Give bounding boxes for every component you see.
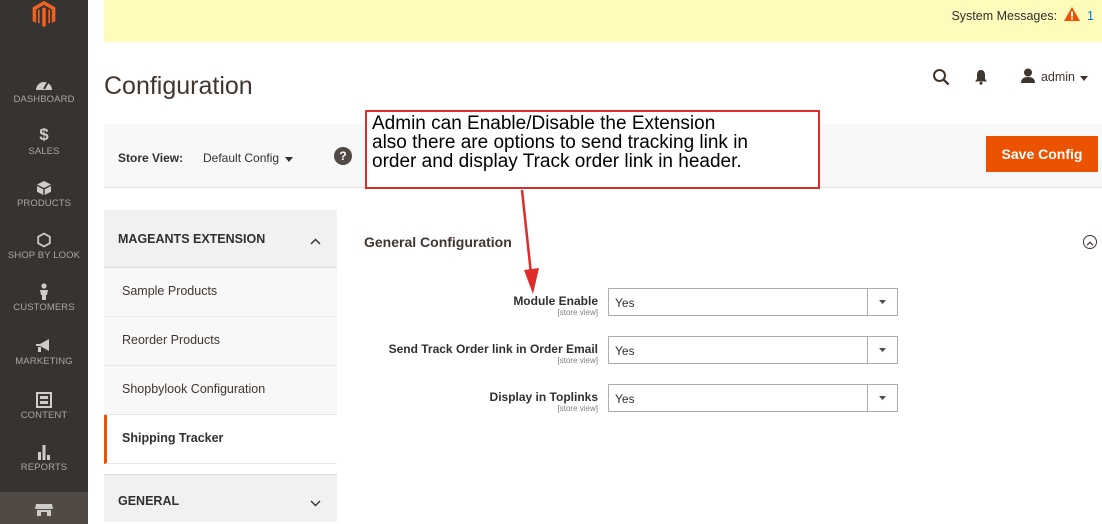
save-config-button[interactable]: Save Config — [986, 136, 1098, 172]
admin-sidebar: DASHBOARD $ SALES PRODUCTS SHOP BY LOOK … — [0, 0, 88, 524]
megaphone-icon — [0, 334, 88, 356]
nav-label: REPORTS — [20, 462, 68, 473]
store-view-switcher[interactable]: Default Config — [203, 151, 294, 165]
search-icon[interactable] — [932, 68, 950, 86]
layout-icon — [0, 388, 88, 410]
nav-dashboard[interactable]: DASHBOARD — [0, 72, 88, 124]
nav-shop-by-look[interactable]: SHOP BY LOOK — [0, 228, 88, 280]
nav-label: DASHBOARD — [13, 94, 75, 105]
config-tabs: MAGEANTS EXTENSION Sample Products Reord… — [104, 210, 337, 522]
select-value: Yes — [615, 296, 635, 310]
tab-shipping-tracker[interactable]: Shipping Tracker — [104, 415, 337, 464]
chevron-down-icon — [310, 494, 321, 512]
system-messages-count[interactable]: 1 — [1087, 9, 1094, 23]
magento-logo-icon — [32, 0, 56, 27]
tab-section-title: GENERAL — [118, 494, 180, 508]
admin-user-menu[interactable]: admin — [1020, 68, 1088, 86]
field-scope: [store view] — [557, 356, 598, 365]
field-label-text: Module Enable — [513, 294, 598, 308]
module-enable-select[interactable]: Yes — [608, 288, 898, 316]
nav-reports[interactable]: REPORTS — [0, 440, 88, 492]
field-label-text: Send Track Order link in Order Email — [388, 342, 598, 356]
caret-down-icon — [285, 151, 294, 165]
field-scope: [store view] — [557, 404, 598, 413]
field-scope: [store view] — [557, 308, 598, 317]
tab-section-mageants-extension[interactable]: MAGEANTS EXTENSION — [104, 210, 337, 268]
nav-customers[interactable]: CUSTOMERS — [0, 280, 88, 332]
caret-down-icon — [1080, 70, 1088, 84]
magento-logo[interactable] — [0, 0, 88, 58]
tab-label: Shipping Tracker — [122, 431, 224, 445]
nav-label: SALES — [28, 146, 60, 157]
nav-label: SHOP BY LOOK — [7, 250, 81, 261]
system-messages-bar: System Messages: 1 — [104, 0, 1102, 42]
field-display-in-toplinks: Display in Toplinks [store view] Yes — [364, 384, 904, 418]
tab-reorder-products[interactable]: Reorder Products — [104, 317, 337, 366]
annotation-callout: Admin can Enable/Disable the Extension a… — [365, 110, 820, 189]
admin-username: admin — [1040, 70, 1075, 84]
hexagon-icon — [0, 228, 88, 250]
page-title: Configuration — [104, 72, 253, 100]
nav-label: CUSTOMERS — [13, 302, 75, 313]
chevron-up-icon — [310, 232, 321, 250]
person-icon — [0, 280, 88, 302]
notifications-bell-icon[interactable] — [974, 69, 988, 85]
nav-products[interactable]: PRODUCTS — [0, 176, 88, 228]
annotation-line: order and display Track order link in he… — [372, 151, 742, 172]
nav-label: MARKETING — [15, 356, 73, 367]
system-messages-label: System Messages: — [951, 8, 1058, 23]
select-arrow-icon — [867, 337, 897, 363]
cube-icon — [0, 176, 88, 198]
help-icon[interactable]: ? — [334, 147, 352, 165]
store-icon — [0, 498, 88, 520]
field-label: Display in Toplinks [store view] — [490, 390, 598, 414]
tab-section-general[interactable]: GENERAL — [104, 474, 337, 522]
warning-icon — [1063, 6, 1081, 25]
tab-section-title: MAGEANTS EXTENSION — [118, 232, 266, 246]
header-actions: admin — [932, 68, 1088, 86]
section-collapse-toggle[interactable] — [1083, 235, 1097, 249]
field-label: Module Enable [store view] — [513, 294, 598, 318]
tab-shopbylook-configuration[interactable]: Shopbylook Configuration — [104, 366, 337, 415]
dollar-icon: $ — [39, 125, 49, 144]
nav-sales[interactable]: $ SALES — [0, 124, 88, 176]
tab-label: Reorder Products — [122, 333, 220, 347]
annotation-line: Admin can Enable/Disable the Extension — [372, 113, 716, 134]
field-label: Send Track Order link in Order Email [st… — [389, 342, 598, 366]
nav-label: PRODUCTS — [16, 198, 72, 209]
field-module-enable: Module Enable [store view] Yes — [364, 288, 904, 322]
nav-content[interactable]: CONTENT — [0, 388, 88, 440]
display-in-toplinks-select[interactable]: Yes — [608, 384, 898, 412]
tab-label: Sample Products — [122, 284, 218, 298]
store-view-label: Store View: — [118, 151, 184, 165]
user-icon — [1020, 68, 1036, 86]
field-send-track-order-link: Send Track Order link in Order Email [st… — [364, 336, 904, 370]
bar-chart-icon — [0, 440, 88, 462]
tab-sample-products[interactable]: Sample Products — [104, 268, 337, 317]
select-value: Yes — [615, 344, 635, 358]
select-arrow-icon — [867, 289, 897, 315]
nav-marketing[interactable]: MARKETING — [0, 334, 88, 386]
send-track-order-link-select[interactable]: Yes — [608, 336, 898, 364]
dashboard-icon — [0, 72, 88, 94]
annotation-line: also there are options to send tracking … — [372, 132, 748, 153]
select-arrow-icon — [867, 385, 897, 411]
field-label-text: Display in Toplinks — [489, 390, 598, 404]
system-messages[interactable]: System Messages: 1 — [951, 6, 1094, 25]
chevron-up-icon — [1086, 233, 1094, 251]
section-title-general-configuration[interactable]: General Configuration — [364, 234, 512, 250]
select-value: Yes — [615, 392, 635, 406]
nav-stores[interactable] — [0, 492, 88, 524]
tab-label: Shopbylook Configuration — [122, 382, 266, 396]
store-view-value: Default Config — [203, 151, 280, 165]
nav-label: CONTENT — [20, 410, 68, 421]
